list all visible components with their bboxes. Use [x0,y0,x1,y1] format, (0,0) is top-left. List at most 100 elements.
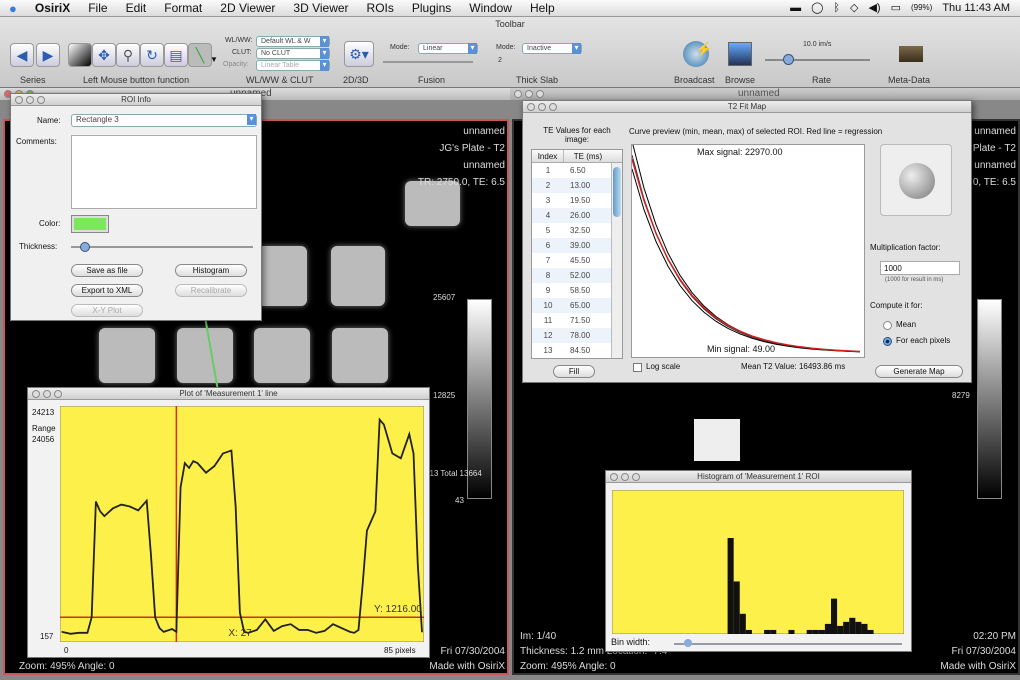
te-table-row[interactable]: 10 65.00 [532,298,622,313]
minimize-button[interactable] [26,96,34,104]
minimize-button[interactable] [621,473,629,481]
fill-button[interactable]: Fill [553,365,595,378]
wifi-icon[interactable]: ◇ [850,1,858,14]
wlww-tool-button[interactable] [68,43,92,67]
te-table-row[interactable]: 1 6.50 [532,163,622,178]
t2-titlebar[interactable]: T2 Fit Map [523,101,971,113]
apple-menu-icon[interactable]: ● [0,1,26,16]
save-as-file-button[interactable]: Save as file [71,264,143,277]
te-value[interactable]: 58.50 [564,283,612,298]
menu-format[interactable]: Format [155,1,211,15]
menu-osirix[interactable]: OsiriX [26,1,79,15]
broadcast-button[interactable]: ⚡ [683,41,712,67]
minimize-button[interactable] [525,90,533,98]
roi-name-combo[interactable]: Rectangle 3 [71,114,257,127]
zoom-button[interactable] [536,90,544,98]
battery-icon[interactable]: ▭ [891,1,901,14]
minimize-button[interactable] [538,103,546,111]
menu-rois[interactable]: ROIs [358,1,403,15]
menu-2d-viewer[interactable]: 2D Viewer [211,1,284,15]
rate-slider-thumb[interactable] [783,54,794,65]
zoom-tool-button[interactable]: ⚲ [116,43,140,67]
zoom-button[interactable] [54,390,62,398]
te-table-row[interactable]: 11 71.50 [532,313,622,328]
te-value[interactable]: 78.00 [564,328,612,343]
menu-file[interactable]: File [79,1,116,15]
meta-data-button[interactable] [899,46,923,62]
volume-icon[interactable]: ◀) [868,1,880,14]
next-series-button[interactable]: ▶ [36,43,60,67]
browse-button[interactable] [728,42,752,66]
fusion-mode-popup[interactable]: Linear [418,43,478,54]
zoom-button[interactable] [37,96,45,104]
export-xml-button[interactable]: Export to XML [71,284,143,297]
menu-help[interactable]: Help [521,1,564,15]
recalibrate-button[interactable]: Recalibrate [175,284,247,297]
close-button[interactable] [514,90,522,98]
multiplication-field[interactable]: 1000 [880,261,960,275]
thickness-slider-thumb[interactable] [80,242,91,252]
clut-popup[interactable]: No CLUT [256,48,330,59]
col-index[interactable]: Index [532,150,564,162]
bin-width-thumb[interactable] [684,639,692,647]
te-table-scrollbar[interactable] [611,163,622,358]
bin-width-slider[interactable] [674,639,902,647]
zoom-button[interactable] [549,103,557,111]
generate-map-button[interactable]: Generate Map [875,365,963,378]
line-profile-chart[interactable]: X: 27 Y: 1216.00 [60,406,424,642]
te-value[interactable]: 65.00 [564,298,612,313]
thickness-slider[interactable] [71,242,253,252]
te-value[interactable]: 39.00 [564,238,612,253]
te-value[interactable]: 26.00 [564,208,612,223]
te-table-row[interactable]: 7 45.50 [532,253,622,268]
te-table-row[interactable]: 12 78.00 [532,328,622,343]
te-table-row[interactable]: 6 39.00 [532,238,622,253]
te-table-row[interactable]: 4 26.00 [532,208,622,223]
menu-plugins[interactable]: Plugins [403,1,460,15]
zoom-button[interactable] [632,473,640,481]
roi-tool-menu-icon[interactable]: ▼ [210,55,218,64]
close-button[interactable] [610,473,618,481]
move-tool-button[interactable]: ✥ [92,43,116,67]
close-button[interactable] [527,103,535,111]
menu-3d-viewer[interactable]: 3D Viewer [284,1,357,15]
display-icon[interactable]: ▬ [790,2,801,14]
te-value[interactable]: 32.50 [564,223,612,238]
histogram-button[interactable]: Histogram [175,264,247,277]
col-te[interactable]: TE (ms) [564,150,612,162]
scroll-thumb[interactable] [613,167,621,217]
te-table-row[interactable]: 13 84.50 [532,343,622,358]
opacity-popup[interactable]: Linear Table [256,60,330,71]
wlww-popup[interactable]: Default WL & W [256,36,330,47]
te-value[interactable]: 71.50 [564,313,612,328]
right-viewer-titlebar[interactable]: unnamed [510,88,1020,100]
previous-series-button[interactable]: ◀ [10,43,34,67]
plot-titlebar[interactable]: Plot of 'Measurement 1' line [28,388,429,400]
te-value[interactable]: 13.00 [564,178,612,193]
te-table-row[interactable]: 5 32.50 [532,223,622,238]
radio-mean[interactable] [883,321,892,330]
close-button[interactable] [32,390,40,398]
te-value[interactable]: 52.00 [564,268,612,283]
te-table-row[interactable]: 8 52.00 [532,268,622,283]
te-value[interactable]: 84.50 [564,343,612,358]
minimize-button[interactable] [43,390,51,398]
fusion-slider[interactable] [383,61,473,63]
te-value[interactable]: 45.50 [564,253,612,268]
2d3d-button[interactable]: ⚙▾ [344,41,374,67]
rate-slider[interactable] [765,54,870,65]
te-table[interactable]: Index TE (ms) 1 6.50 2 13.00 3 19.50 4 26.00 5 32… [531,149,623,359]
xy-plot-button[interactable]: X-Y Plot [71,304,143,317]
te-value[interactable]: 19.50 [564,193,612,208]
slab-mode-popup[interactable]: Inactive [522,43,582,54]
clock[interactable]: Thu 11:43 AM [942,2,1010,14]
close-button[interactable] [15,96,23,104]
menu-edit[interactable]: Edit [117,1,156,15]
te-table-row[interactable]: 2 13.00 [532,178,622,193]
color-well[interactable] [71,215,109,233]
te-table-row[interactable]: 3 19.50 [532,193,622,208]
chat-icon[interactable]: ◯ [811,1,823,14]
histogram-titlebar[interactable]: Histogram of 'Measurement 1' ROI [606,471,911,483]
roi-tool-button[interactable]: ╲ [188,43,212,67]
te-table-row[interactable]: 9 58.50 [532,283,622,298]
